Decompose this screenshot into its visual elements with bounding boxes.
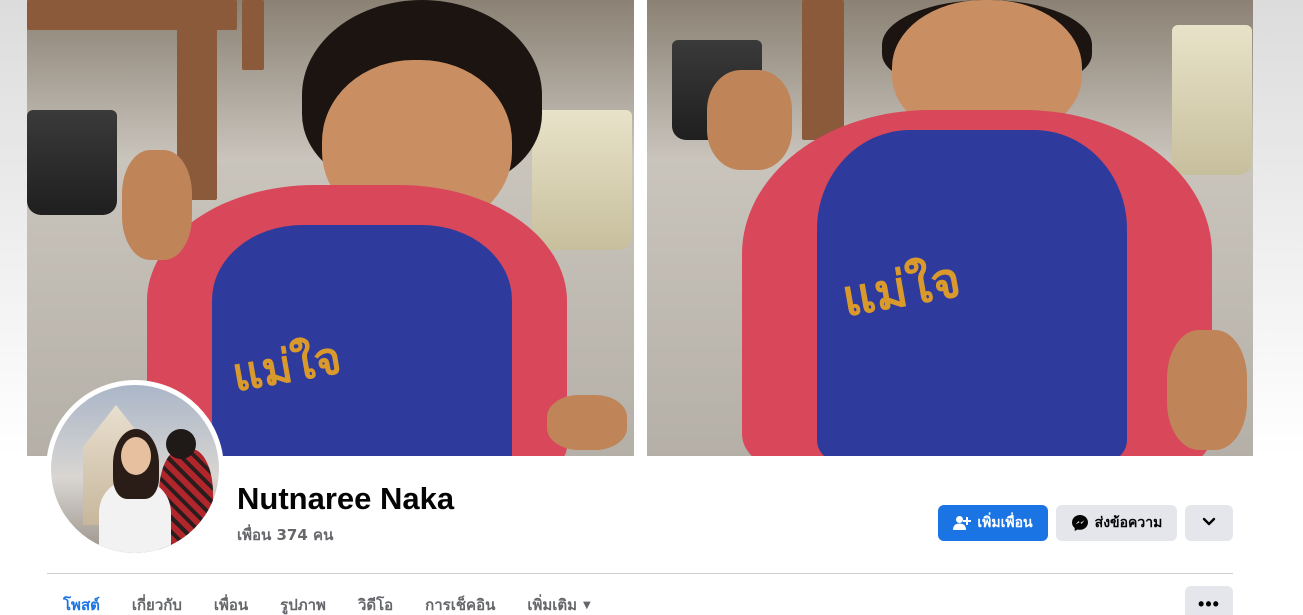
cover-photo[interactable]: แม่ใจ แม่ใจ — [27, 0, 1253, 456]
tab-more[interactable]: เพิ่มเติม ▼ — [511, 585, 606, 615]
avatar-person-head — [166, 429, 196, 459]
tabs-overflow-button[interactable]: ••• — [1185, 586, 1233, 615]
messenger-icon — [1071, 514, 1089, 532]
avatar-girl-face — [121, 437, 151, 475]
avatar[interactable] — [51, 385, 219, 553]
cover-photo-right: แม่ใจ — [647, 0, 1253, 456]
profile-tabs: โพสต์ เกี่ยวกับ เพื่อน รูปภาพ วิดีโอ การ… — [47, 585, 607, 615]
more-actions-button[interactable] — [1185, 505, 1233, 541]
child-hand — [707, 70, 792, 170]
ellipsis-icon: ••• — [1198, 593, 1220, 614]
divider — [47, 573, 1233, 574]
tab-friends[interactable]: เพื่อน — [198, 585, 264, 615]
table-leg — [242, 0, 264, 70]
tab-photos[interactable]: รูปภาพ — [264, 585, 342, 615]
profile-name: Nutnaree Naka — [237, 481, 455, 516]
chevron-down-icon — [1202, 515, 1216, 531]
add-friend-button[interactable]: เพิ่มเพื่อน — [938, 505, 1048, 541]
bucket — [27, 110, 117, 215]
table-leg — [802, 0, 844, 140]
add-friend-label: เพิ่มเพื่อน — [977, 515, 1033, 531]
bucket — [1172, 25, 1252, 175]
tab-posts[interactable]: โพสต์ — [47, 585, 116, 615]
child-hand — [122, 150, 192, 260]
tab-checkins[interactable]: การเช็คอิน — [409, 585, 511, 615]
bucket — [532, 110, 632, 250]
friends-count[interactable]: เพื่อน 374 คน — [237, 523, 333, 547]
add-friend-icon — [953, 515, 972, 531]
table-leg — [27, 0, 237, 30]
message-button[interactable]: ส่งข้อความ — [1056, 505, 1177, 541]
child-hand — [1167, 330, 1247, 450]
tab-videos[interactable]: วิดีโอ — [342, 585, 409, 615]
tab-about[interactable]: เกี่ยวกับ — [116, 585, 198, 615]
child-hand — [547, 395, 627, 450]
message-label: ส่งข้อความ — [1094, 515, 1163, 531]
caret-down-icon: ▼ — [583, 599, 591, 611]
